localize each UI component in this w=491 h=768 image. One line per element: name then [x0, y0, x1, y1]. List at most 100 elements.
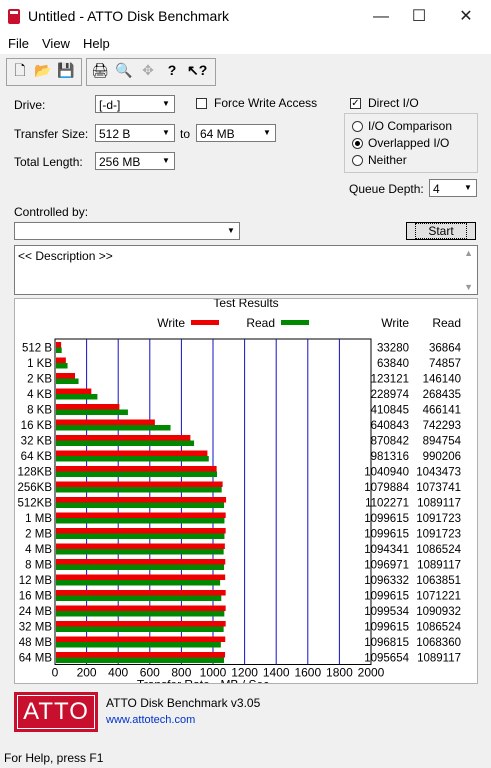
controlled-by-label: Controlled by:: [14, 205, 89, 219]
read-bar: [56, 595, 222, 601]
x-tick-label: 2000: [358, 666, 385, 680]
write-bar: [56, 559, 226, 565]
menu-file[interactable]: File: [8, 36, 29, 51]
maximize-button[interactable]: ☐: [397, 0, 441, 34]
menu-view[interactable]: View: [42, 36, 70, 51]
scroll-down-icon[interactable]: ▼: [464, 282, 473, 292]
chevron-down-icon: ▼: [263, 128, 271, 137]
read-value: 268435: [423, 389, 461, 401]
force-write-checkbox[interactable]: [196, 98, 207, 109]
direct-io-checkbox[interactable]: ✓: [350, 98, 361, 109]
write-legend-swatch: [191, 320, 219, 325]
results-chart: Test ResultsWrite Read Write Read0 200 400 600…: [17, 299, 461, 683]
drive-select[interactable]: [-d-] ▼: [95, 95, 175, 113]
scroll-up-icon[interactable]: ▲: [464, 248, 473, 258]
write-value: 1099615: [364, 529, 409, 541]
new-icon[interactable]: 🗋: [11, 61, 29, 79]
start-button[interactable]: Start: [406, 222, 476, 240]
read-bar: [56, 425, 171, 431]
y-tick-label: 12 MB: [19, 575, 53, 587]
description-box[interactable]: << Description >> ▲ ▼: [14, 245, 478, 295]
y-tick-label: 1 KB: [27, 358, 52, 370]
write-bar: [56, 497, 227, 503]
open-icon[interactable]: 📂: [34, 61, 52, 79]
write-bar: [56, 342, 62, 348]
y-tick-label: 128KB: [17, 467, 52, 479]
read-value: 990206: [423, 451, 461, 463]
title-bar: Untitled - ATTO Disk Benchmark — ☐ ✕: [0, 0, 491, 34]
y-tick-label: 24 MB: [19, 606, 53, 618]
y-tick-label: 256KB: [17, 482, 52, 494]
read-bar: [56, 456, 209, 462]
overlapped-io-radio[interactable]: [352, 138, 363, 149]
write-bar: [56, 512, 226, 518]
app-icon: [8, 9, 20, 24]
move-icon[interactable]: ✥: [139, 61, 157, 79]
y-tick-label: 32 KB: [21, 436, 53, 448]
write-value: 1095654: [364, 653, 409, 665]
write-bar: [56, 373, 75, 379]
y-tick-label: 64 KB: [21, 451, 53, 463]
write-value: 1094341: [364, 544, 409, 556]
transfer-to-select[interactable]: 64 MB ▼: [196, 124, 276, 142]
read-value: 1086524: [416, 622, 461, 634]
read-value: 146140: [423, 374, 461, 386]
read-value: 1073741: [416, 482, 461, 494]
read-bar: [56, 378, 79, 384]
help-icon[interactable]: ?: [163, 61, 181, 79]
force-write-label: Force Write Access: [214, 96, 318, 110]
write-bar: [56, 574, 226, 580]
read-bar: [56, 440, 195, 446]
y-tick-label: 16 KB: [21, 420, 53, 432]
window-title: Untitled - ATTO Disk Benchmark: [28, 8, 229, 24]
chevron-down-icon: ▼: [162, 99, 170, 108]
print-preview-icon[interactable]: 🔍: [115, 61, 133, 79]
write-value: 1040940: [364, 467, 409, 479]
read-bar: [56, 626, 224, 632]
io-comparison-radio[interactable]: [352, 121, 363, 132]
read-bar: [56, 487, 222, 493]
read-legend-swatch: [281, 320, 309, 325]
results-title: Test Results: [213, 299, 278, 310]
website-link[interactable]: www.attotech.com: [106, 714, 195, 726]
transfer-from-select[interactable]: 512 B ▼: [95, 124, 175, 142]
print-icon[interactable]: 🖨: [91, 61, 109, 79]
write-bar: [56, 621, 226, 627]
write-bar: [56, 450, 208, 456]
read-value: 1089117: [417, 560, 461, 572]
write-bar: [56, 652, 226, 658]
write-bar: [56, 435, 191, 441]
toolbar: 🗋 📂 💾 🖨 🔍 ✥ ? ↖?: [0, 56, 491, 86]
description-text: << Description >>: [18, 249, 113, 263]
drive-label: Drive:: [14, 98, 46, 112]
context-help-icon[interactable]: ↖?: [187, 61, 207, 79]
x-tick-label: 1800: [326, 666, 353, 680]
write-bar: [56, 388, 92, 394]
write-bar: [56, 466, 217, 472]
write-value: 410845: [371, 405, 409, 417]
write-bar: [56, 590, 226, 596]
y-tick-label: 8 MB: [25, 560, 52, 572]
y-tick-label: 32 MB: [19, 622, 53, 634]
save-icon[interactable]: 💾: [57, 61, 75, 79]
write-value: 640843: [371, 420, 409, 432]
queue-depth-select[interactable]: 4 ▼: [429, 179, 477, 197]
write-bar: [56, 357, 66, 363]
read-value: 742293: [423, 420, 461, 432]
close-button[interactable]: ✕: [444, 0, 488, 34]
read-value: 1089117: [417, 653, 461, 665]
total-length-select[interactable]: 256 MB ▼: [95, 152, 175, 170]
read-value: 1086524: [416, 544, 461, 556]
test-results-panel: Test Results Write Read Write Read 0 200 400 600…: [14, 298, 478, 684]
atto-logo: ATTO: [14, 692, 98, 732]
product-version: ATTO Disk Benchmark v3.05: [106, 696, 261, 710]
write-bar: [56, 636, 226, 642]
controlled-by-select[interactable]: ▼: [14, 222, 240, 240]
read-bar: [56, 642, 221, 648]
neither-radio[interactable]: [352, 155, 363, 166]
neither-label: Neither: [368, 153, 407, 167]
menu-help[interactable]: Help: [83, 36, 110, 51]
status-text: For Help, press F1: [4, 751, 104, 765]
read-value: 1071221: [416, 591, 461, 603]
transfer-size-label: Transfer Size:: [14, 127, 89, 141]
